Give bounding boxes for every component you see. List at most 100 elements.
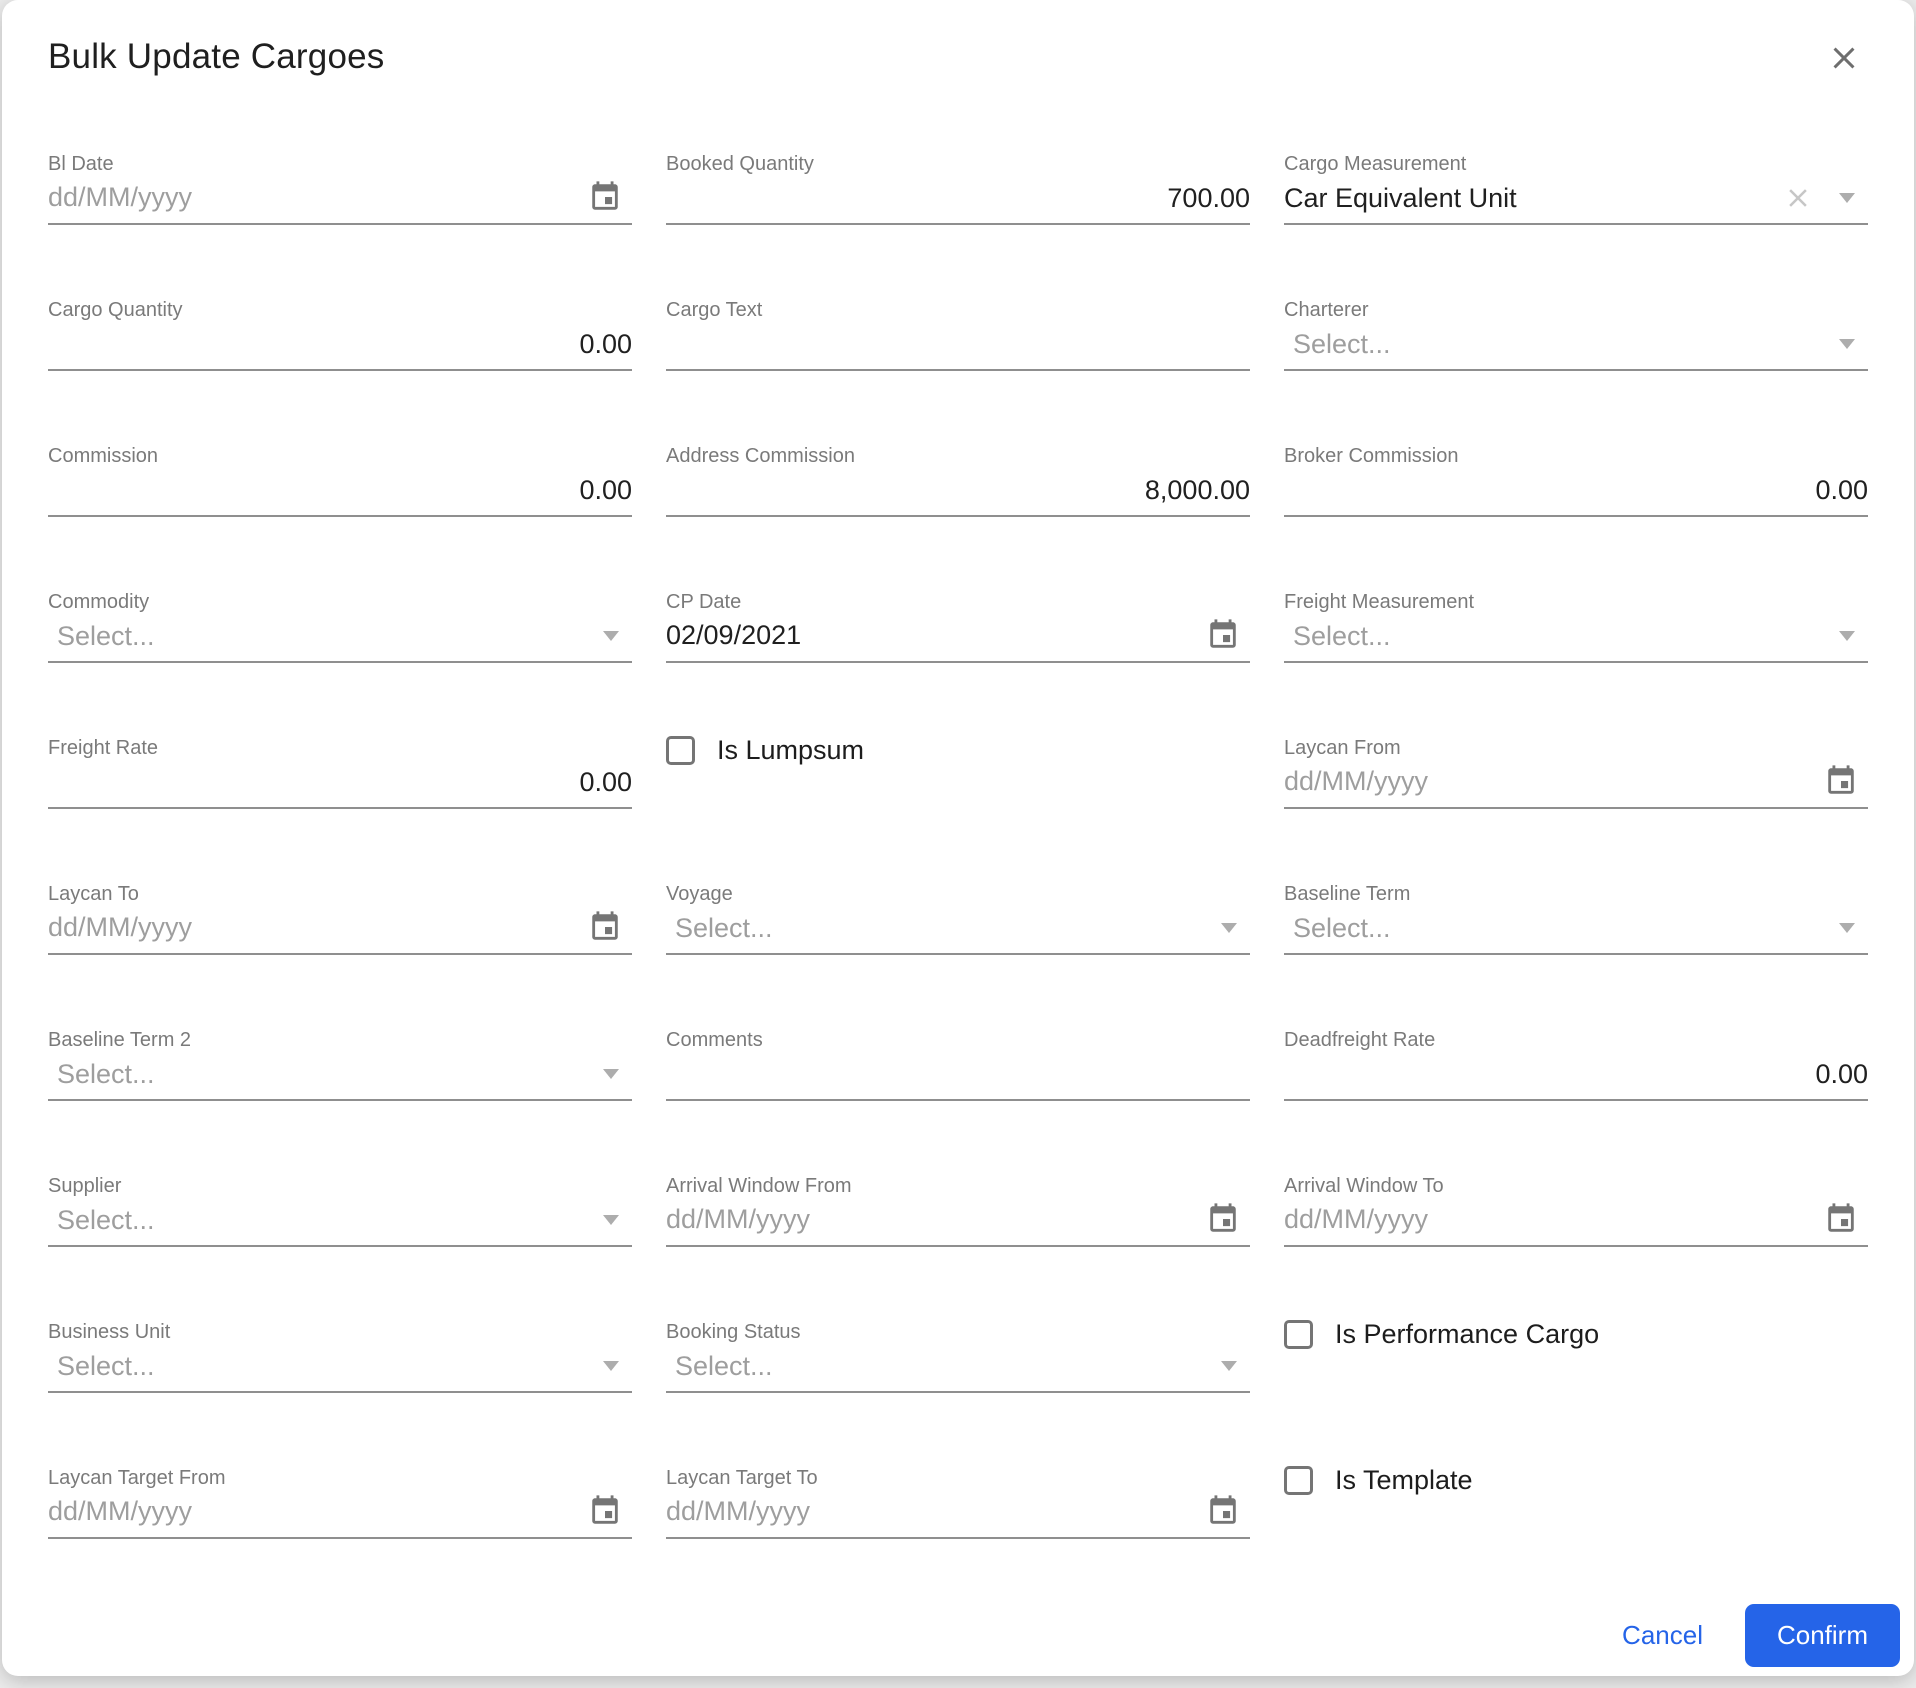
field-label: Baseline Term 2 [48,1029,192,1051]
is-template-checkbox[interactable]: Is Template [1284,1465,1868,1496]
field-value: 0.00 [1815,475,1868,505]
address-commission-input[interactable]: 8,000.00 [666,474,1250,515]
field-is-lumpsum: Is Lumpsum [666,735,1250,809]
business-unit-input[interactable]: Select... [48,1350,632,1391]
clear-icon[interactable] [1783,183,1813,213]
dropdown-arrow-icon[interactable] [1839,339,1855,349]
field-commodity: Commodity Select... [48,591,632,663]
field-label: Commission [48,445,159,467]
calendar-icon[interactable] [1206,1202,1240,1236]
freight-measurement-input[interactable]: Select... [1284,620,1868,661]
cargo-quantity-input[interactable]: 0.00 [48,328,632,369]
field-comments: Comments [666,1029,1250,1101]
freight-rate-input[interactable]: 0.00 [48,766,632,807]
checkbox-icon[interactable] [1284,1466,1313,1495]
checkbox-icon[interactable] [666,736,695,765]
field-label: Charterer [1284,299,1369,321]
field-value: dd/MM/yyyy [48,182,193,212]
dropdown-arrow-icon[interactable] [1839,193,1855,203]
field-label: Supplier [48,1175,122,1197]
calendar-icon[interactable] [1824,764,1858,798]
dropdown-arrow-icon[interactable] [1839,923,1855,933]
field-value: Select... [57,1205,155,1235]
field-broker-commission: Broker Commission 0.00 [1284,445,1868,517]
dropdown-arrow-icon[interactable] [603,1215,619,1225]
close-icon[interactable] [1826,40,1862,76]
calendar-icon[interactable] [588,910,622,944]
field-label: CP Date [666,591,742,613]
is-performance-cargo-checkbox[interactable]: Is Performance Cargo [1284,1319,1868,1350]
bl-date-input[interactable]: dd/MM/yyyy [48,180,632,223]
field-value: Select... [1293,913,1391,943]
field-commission: Commission 0.00 [48,445,632,517]
deadfreight-rate-input[interactable]: 0.00 [1284,1058,1868,1099]
laycan-from-input[interactable]: dd/MM/yyyy [1284,764,1868,807]
arrival-window-from-input[interactable]: dd/MM/yyyy [666,1202,1250,1245]
arrival-window-to-input[interactable]: dd/MM/yyyy [1284,1202,1868,1245]
field-freight-measurement: Freight Measurement Select... [1284,591,1868,663]
cancel-button[interactable]: Cancel [1604,1610,1721,1661]
field-label: Arrival Window To [1284,1175,1444,1197]
confirm-button[interactable]: Confirm [1744,1604,1900,1667]
baseline-term-input[interactable]: Select... [1284,912,1868,953]
field-value: 8,000.00 [1144,475,1250,505]
field-label: Laycan Target To [666,1467,818,1489]
charterer-input[interactable]: Select... [1284,328,1868,369]
field-value: 0.00 [579,329,632,359]
field-label: Booked Quantity [666,153,814,175]
dropdown-arrow-icon[interactable] [1221,923,1237,933]
commission-input[interactable]: 0.00 [48,474,632,515]
field-label: Cargo Measurement [1284,153,1467,175]
cp-date-input[interactable]: 02/09/2021 [666,618,1250,661]
field-label: Address Commission [666,445,855,467]
field-charterer: Charterer Select... [1284,299,1868,371]
dropdown-arrow-icon[interactable] [1221,1361,1237,1371]
field-value: Select... [1293,329,1391,359]
booked-quantity-input[interactable]: 700.00 [666,182,1250,223]
field-value: dd/MM/yyyy [1284,1204,1429,1234]
field-booked-quantity: Booked Quantity 700.00 [666,153,1250,225]
field-label: Voyage [666,883,733,905]
field-business-unit: Business Unit Select... [48,1321,632,1393]
field-label: Cargo Text [666,299,763,321]
cargo-measurement-input[interactable]: Car Equivalent Unit [1284,182,1868,223]
broker-commission-input[interactable]: 0.00 [1284,474,1868,515]
field-freight-rate: Freight Rate 0.00 [48,737,632,809]
field-is-performance-cargo: Is Performance Cargo [1284,1319,1868,1393]
calendar-icon[interactable] [1206,618,1240,652]
commodity-input[interactable]: Select... [48,620,632,661]
field-label: Comments [666,1029,763,1051]
is-lumpsum-checkbox[interactable]: Is Lumpsum [666,735,1250,766]
dropdown-arrow-icon[interactable] [1839,631,1855,641]
laycan-to-input[interactable]: dd/MM/yyyy [48,910,632,953]
field-cargo-text: Cargo Text [666,299,1250,371]
field-cargo-measurement: Cargo Measurement Car Equivalent Unit [1284,153,1868,225]
comments-input[interactable] [666,1058,1250,1099]
supplier-input[interactable]: Select... [48,1204,632,1245]
laycan-target-to-input[interactable]: dd/MM/yyyy [666,1494,1250,1537]
checkbox-icon[interactable] [1284,1320,1313,1349]
calendar-icon[interactable] [1206,1494,1240,1528]
field-laycan-target-from: Laycan Target From dd/MM/yyyy [48,1467,632,1539]
voyage-input[interactable]: Select... [666,912,1250,953]
dropdown-arrow-icon[interactable] [603,1361,619,1371]
booking-status-input[interactable]: Select... [666,1350,1250,1391]
dropdown-arrow-icon[interactable] [603,631,619,641]
field-value: dd/MM/yyyy [1284,766,1429,796]
field-value: Select... [1293,621,1391,651]
calendar-icon[interactable] [588,1494,622,1528]
calendar-icon[interactable] [588,180,622,214]
baseline-term-2-input[interactable]: Select... [48,1058,632,1099]
field-label: Broker Commission [1284,445,1459,467]
dropdown-arrow-icon[interactable] [603,1069,619,1079]
calendar-icon[interactable] [1824,1202,1858,1236]
field-label: Deadfreight Rate [1284,1029,1436,1051]
field-value: 0.00 [579,475,632,505]
cargo-text-input[interactable] [666,328,1250,369]
field-cargo-quantity: Cargo Quantity 0.00 [48,299,632,371]
form-grid: Bl Date dd/MM/yyyy Booked Quantity 700.00 Ca… [48,153,1868,1539]
laycan-target-from-input[interactable]: dd/MM/yyyy [48,1494,632,1537]
field-arrival-window-to: Arrival Window To dd/MM/yyyy [1284,1175,1868,1247]
field-cp-date: CP Date 02/09/2021 [666,591,1250,663]
field-label: Freight Measurement [1284,591,1475,613]
